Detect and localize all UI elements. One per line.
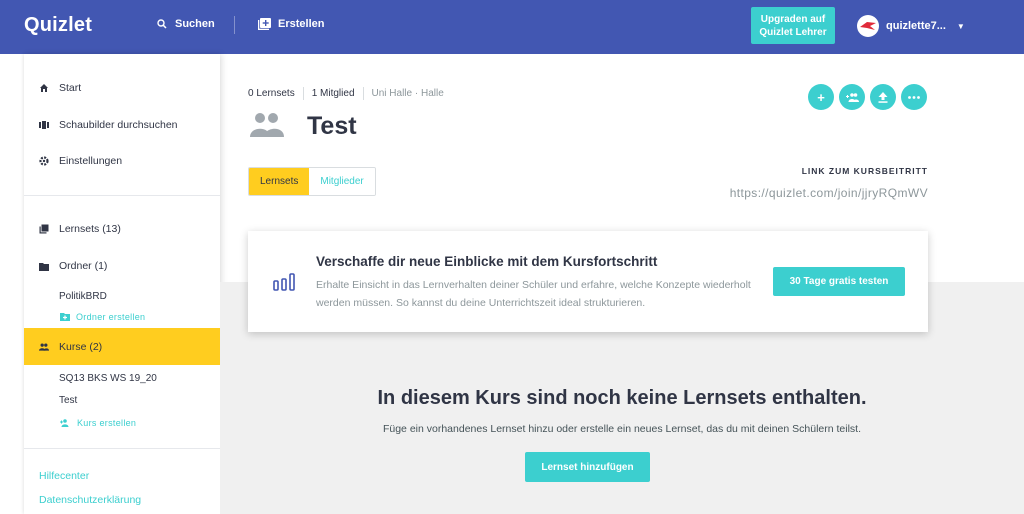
diagram-icon <box>39 120 49 130</box>
search-link[interactable]: Suchen <box>157 18 215 30</box>
sidebar-divider <box>24 448 220 449</box>
username: quizlette7... <box>886 20 946 32</box>
share-button[interactable] <box>870 84 896 110</box>
empty-state-text: Füge ein vorhandenes Lernset hinzu oder … <box>382 423 862 435</box>
home-icon <box>39 83 49 93</box>
add-set-cta-button[interactable]: Lernset hinzufügen <box>525 452 650 482</box>
sidebar-item-label: Einstellungen <box>59 155 123 167</box>
class-tabs: Lernsets Mitglieder <box>248 167 376 196</box>
folder-add-icon <box>60 313 70 321</box>
class-actions: + <box>808 84 927 110</box>
user-menu[interactable]: quizlette7... ▼ <box>857 15 965 37</box>
sidebar-item-start[interactable]: Start <box>24 77 220 99</box>
people-icon <box>39 342 49 352</box>
more-options-button[interactable] <box>901 84 927 110</box>
sidebar-item-sets[interactable]: Lernsets (13) <box>24 218 220 240</box>
sidebar: Start Schaubilder durchsuchen Einstellun… <box>24 54 220 514</box>
sidebar-item-classes[interactable]: Kurse (2) <box>24 328 220 365</box>
sidebar-item-settings[interactable]: Einstellungen <box>24 150 220 172</box>
more-dots-icon <box>908 95 920 99</box>
sidebar-item-label: Ordner (1) <box>59 260 108 272</box>
create-label: Erstellen <box>278 18 325 30</box>
plus-icon: + <box>817 89 825 105</box>
school-location[interactable]: Uni Halle · Halle <box>372 88 444 99</box>
create-link[interactable]: Erstellen <box>258 18 324 30</box>
add-set-button[interactable]: + <box>808 84 834 110</box>
sidebar-item-label: Kurse (2) <box>59 340 103 353</box>
members-count: 1 Mitglied <box>311 88 355 99</box>
chevron-down-icon: ▼ <box>956 21 965 31</box>
add-box-icon <box>258 18 271 30</box>
folder-item[interactable]: PolitikBRD <box>59 291 107 302</box>
cards-icon <box>39 224 49 234</box>
help-center-link[interactable]: Hilfecenter <box>39 470 89 482</box>
sidebar-item-diagrams[interactable]: Schaubilder durchsuchen <box>24 114 220 136</box>
create-class-link[interactable]: Kurs erstellen <box>60 418 136 428</box>
search-label: Suchen <box>175 18 215 30</box>
class-meta: 0 Lernsets 1 Mitglied Uni Halle · Halle <box>248 87 444 100</box>
promo-title: Verschaffe dir neue Einblicke mit dem Ku… <box>316 254 658 269</box>
nav-divider <box>234 16 235 34</box>
create-folder-link[interactable]: Ordner erstellen <box>60 312 145 322</box>
add-members-button[interactable] <box>839 84 865 110</box>
meta-divider <box>362 87 364 100</box>
upgrade-teacher-button[interactable]: Upgraden auf Quizlet Lehrer <box>751 7 835 44</box>
gear-icon <box>39 156 49 166</box>
create-folder-label: Ordner erstellen <box>76 312 146 322</box>
promo-text: Erhalte Einsicht in das Lernverhalten de… <box>316 279 751 309</box>
sets-count: 0 Lernsets <box>248 88 295 99</box>
quizlet-logo[interactable]: Quizlet <box>24 14 92 37</box>
add-people-icon <box>845 92 859 102</box>
tab-sets[interactable]: Lernsets <box>249 168 310 195</box>
join-link-label: LINK ZUM KURSBEITRITT <box>801 166 928 176</box>
sidebar-divider <box>24 195 220 196</box>
bar-chart-icon <box>273 273 295 291</box>
class-item[interactable]: SQ13 BKS WS 19_20 <box>59 373 157 384</box>
class-add-icon <box>60 419 69 427</box>
class-people-icon <box>250 113 284 137</box>
sidebar-item-label: Start <box>59 82 82 94</box>
empty-state-title: In diesem Kurs sind noch keine Lernsets … <box>377 387 867 409</box>
search-icon <box>157 19 167 29</box>
sidebar-item-folders[interactable]: Ordner (1) <box>24 255 220 277</box>
top-navigation-bar: Quizlet Suchen Erstellen Upgraden auf Qu… <box>0 0 1024 54</box>
avatar-bird-icon <box>860 22 876 30</box>
avatar <box>857 15 879 37</box>
progress-promo-card: Verschaffe dir neue Einblicke mit dem Ku… <box>248 231 928 332</box>
sidebar-item-label: Schaubilder durchsuchen <box>59 119 178 131</box>
create-class-label: Kurs erstellen <box>77 418 137 428</box>
folder-icon <box>39 261 49 271</box>
class-title: Test <box>307 112 357 140</box>
join-link-url[interactable]: https://quizlet.com/join/jjryRQmWV <box>730 186 928 200</box>
meta-divider <box>302 87 304 100</box>
class-item[interactable]: Test <box>59 395 77 406</box>
upload-icon <box>878 91 888 103</box>
tab-members[interactable]: Mitglieder <box>309 168 375 195</box>
privacy-link[interactable]: Datenschutzerklärung <box>39 494 141 506</box>
free-trial-button[interactable]: 30 Tage gratis testen <box>773 267 905 296</box>
sidebar-item-label: Lernsets (13) <box>59 223 121 235</box>
